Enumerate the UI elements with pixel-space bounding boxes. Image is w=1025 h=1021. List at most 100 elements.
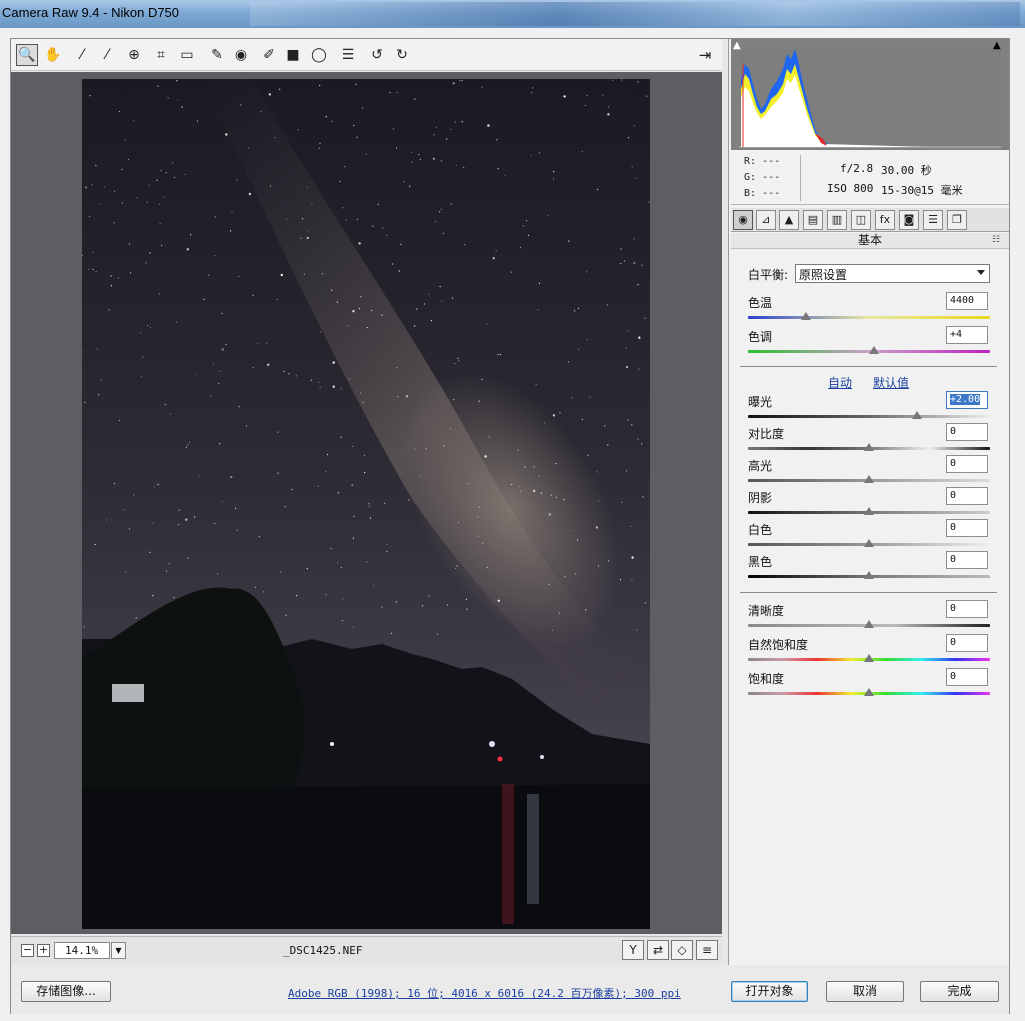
shadows-slider-thumb[interactable] [864, 507, 874, 515]
window-title: Camera Raw 9.4 - Nikon D750 [2, 5, 180, 20]
r-label: R: [744, 156, 757, 167]
open-object-button[interactable]: 打开对象 [731, 981, 808, 1002]
white-balance-select[interactable]: 原照设置 [795, 264, 990, 283]
tint-slider-thumb[interactable] [868, 346, 879, 354]
whites-slider-thumb[interactable] [864, 539, 874, 547]
section-title: 基本 [731, 233, 1009, 249]
white-balance-value: 原照设置 [799, 268, 848, 282]
tint-value-field[interactable]: +4 [946, 326, 988, 344]
color-sampler-tool-icon[interactable]: ⁄ [96, 44, 118, 66]
clarity-label: 清晰度 [748, 604, 785, 618]
vibrance-slider-thumb[interactable] [864, 654, 874, 662]
exposure-slider-thumb[interactable] [912, 411, 923, 419]
zoom-in-button[interactable]: + [37, 944, 50, 957]
view-mode-icon[interactable]: Y [622, 940, 644, 960]
shadow-clipping-warning-icon[interactable]: ▲ [733, 40, 745, 52]
vibrance-label: 自然饱和度 [748, 638, 809, 652]
before-after-settings-icon[interactable]: ≡ [696, 940, 718, 960]
saturation-value-field[interactable]: 0 [946, 668, 988, 686]
cancel-button[interactable]: 取消 [826, 981, 904, 1002]
straighten-tool-icon[interactable]: ▭ [176, 44, 198, 66]
auto-link[interactable]: 自动 [828, 374, 852, 391]
crop-tool-icon[interactable]: ⌗ [150, 44, 172, 66]
zoom-out-button[interactable]: − [21, 944, 34, 957]
tab-presets-icon[interactable]: ☰ [923, 210, 943, 230]
tab-effects-icon[interactable]: fx [875, 210, 895, 230]
saturation-label: 饱和度 [748, 672, 785, 686]
targeted-adjustment-tool-icon[interactable]: ⊕ [123, 44, 145, 66]
iso-value: ISO 800 [827, 182, 874, 195]
preview-image[interactable] [82, 79, 650, 929]
chevron-down-icon [977, 270, 985, 275]
whites-value-field[interactable]: 0 [946, 519, 988, 537]
white-balance-tool-icon[interactable]: ⁄ [71, 44, 93, 66]
histogram [731, 39, 1009, 150]
temperature-slider-track[interactable] [748, 316, 990, 319]
contrast-slider-thumb[interactable] [864, 443, 874, 451]
info-divider [800, 155, 801, 201]
highlight-clipping-warning-icon[interactable]: ▲ [993, 40, 1005, 52]
radial-filter-tool-icon[interactable]: ◯ [308, 44, 330, 66]
contrast-label: 对比度 [748, 427, 785, 441]
tab-basic-icon[interactable]: ◉ [733, 210, 753, 230]
g-readout: G: --- [744, 172, 780, 183]
divider [740, 366, 997, 367]
shadows-value-field[interactable]: 0 [946, 487, 988, 505]
tab-tone-curve-icon[interactable]: ⊿ [756, 210, 776, 230]
highlights-slider-thumb[interactable] [864, 475, 874, 483]
save-image-button[interactable]: 存储图像... [21, 981, 111, 1002]
blacks-value-field[interactable]: 0 [946, 551, 988, 569]
done-button[interactable]: 完成 [920, 981, 999, 1002]
clarity-slider-thumb[interactable] [864, 620, 874, 628]
tab-hsl-icon[interactable]: ▤ [803, 210, 823, 230]
preferences-tool-icon[interactable]: ☰ [337, 44, 359, 66]
graduated-filter-tool-icon[interactable]: ■ [282, 44, 304, 66]
histogram-graph [739, 49, 1001, 148]
default-link[interactable]: 默认值 [873, 374, 909, 391]
focal-length-value: 15-30@15 毫米 [881, 184, 963, 197]
tab-camera-calibration-icon[interactable]: ◙ [899, 210, 919, 230]
adjustment-brush-tool-icon[interactable]: ✐ [258, 44, 280, 66]
shutter-value: 30.00 秒 [881, 164, 932, 177]
zoom-dropdown-icon[interactable]: ▼ [111, 942, 126, 959]
highlights-label: 高光 [748, 459, 773, 473]
tab-snapshots-icon[interactable]: ❐ [947, 210, 967, 230]
spot-removal-tool-icon[interactable]: ✎ [206, 44, 228, 66]
white-balance-label: 白平衡: [748, 268, 789, 282]
workflow-options-link[interactable]: Adobe RGB (1998); 16 位; 4016 x 6016 (24.… [288, 985, 681, 1001]
r-value: --- [762, 156, 781, 167]
tint-label: 色调 [748, 330, 773, 344]
tab-detail-icon[interactable]: ▲ [779, 210, 799, 230]
shadows-label: 阴影 [748, 491, 773, 505]
panel-menu-icon[interactable]: ☷ [992, 235, 1000, 245]
contrast-value-field[interactable]: 0 [946, 423, 988, 441]
tab-split-toning-icon[interactable]: ▥ [827, 210, 847, 230]
rotate-right-tool-icon[interactable]: ↻ [391, 44, 413, 66]
g-label: G: [744, 172, 757, 183]
r-readout: R: --- [744, 156, 780, 167]
milky-way-photo [82, 79, 650, 929]
temperature-value-field[interactable]: 4400 [946, 292, 988, 310]
hand-tool-icon[interactable]: ✋ [42, 44, 64, 66]
zoom-level-field[interactable]: 14.1% [54, 942, 110, 959]
exposure-slider-track[interactable] [748, 415, 990, 418]
tab-lens-corrections-icon[interactable]: ◫ [851, 210, 871, 230]
blacks-label: 黑色 [748, 555, 773, 569]
aperture-value: f/2.8 [840, 162, 874, 175]
highlights-value-field[interactable]: 0 [946, 455, 988, 473]
zoom-tool-icon[interactable]: 🔍 [16, 44, 38, 66]
saturation-slider-thumb[interactable] [864, 688, 874, 696]
red-eye-tool-icon[interactable]: ◉ [230, 44, 252, 66]
whites-label: 白色 [748, 523, 773, 537]
swap-before-after-icon[interactable]: ⇄ [647, 940, 669, 960]
temperature-slider-thumb[interactable] [801, 312, 812, 320]
clarity-value-field[interactable]: 0 [946, 600, 988, 618]
exposure-label: 曝光 [748, 395, 773, 409]
fullscreen-toggle-icon[interactable]: ⇥ [694, 44, 716, 66]
b-readout: B: --- [744, 188, 780, 199]
rotate-left-tool-icon[interactable]: ↺ [366, 44, 388, 66]
copy-settings-icon[interactable]: ◇ [671, 940, 693, 960]
vibrance-value-field[interactable]: 0 [946, 634, 988, 652]
blacks-slider-thumb[interactable] [864, 571, 874, 579]
exposure-value-field[interactable]: +2.00 [946, 391, 988, 409]
